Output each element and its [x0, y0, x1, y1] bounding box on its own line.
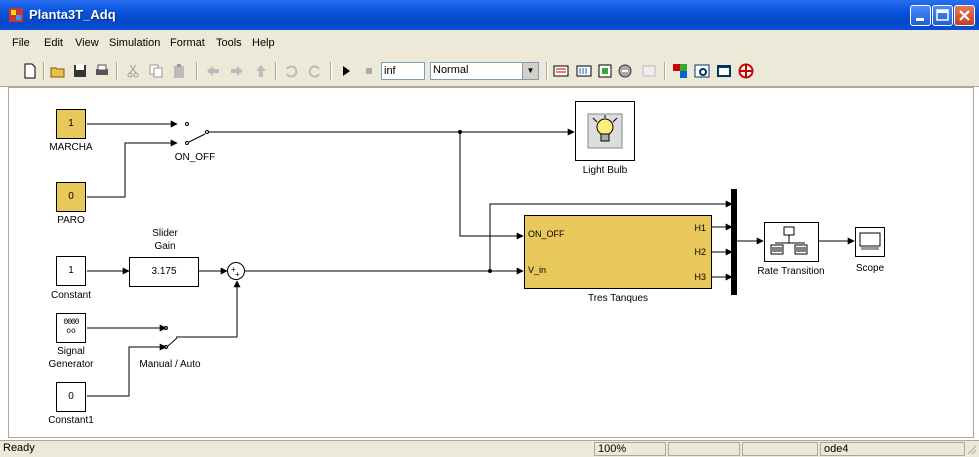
sum-block[interactable]: + + [226, 261, 246, 281]
help-icon[interactable] [738, 63, 754, 79]
mux-block[interactable] [731, 189, 737, 295]
slider-title-2: Gain [154, 241, 176, 252]
chevron-down-icon[interactable]: ▼ [522, 63, 538, 79]
debug-icon[interactable] [617, 63, 633, 79]
minimize-icon [916, 18, 924, 21]
manual-auto-switch-label: Manual / Auto [139, 359, 201, 370]
maximize-button[interactable] [932, 5, 953, 26]
port-on-off: ON_OFF [528, 229, 565, 239]
constant1-block[interactable]: 0 [56, 382, 86, 412]
constant1-value: 0 [68, 391, 74, 402]
marcha-value: 1 [68, 118, 74, 129]
model-explorer-icon[interactable] [597, 63, 613, 79]
undo-icon[interactable] [283, 63, 299, 79]
svg-text:+: + [235, 270, 240, 279]
minimize-button[interactable] [910, 5, 931, 26]
maximize-icon [936, 9, 949, 21]
signal-generator-label-1: Signal [57, 346, 85, 357]
menu-edit[interactable]: Edit [44, 37, 63, 49]
light-bulb-block[interactable] [575, 101, 635, 161]
redo-icon[interactable] [307, 63, 323, 79]
menu-bar: File Edit View Simulation Format Tools H… [0, 30, 979, 56]
status-empty-2 [742, 442, 818, 456]
title-bar[interactable]: Planta3T_Adq [0, 0, 979, 30]
paro-label: PARO [57, 215, 85, 226]
status-zoom: 100% [594, 442, 666, 456]
cut-icon[interactable] [125, 63, 141, 79]
save-icon[interactable] [72, 63, 88, 79]
on-off-switch-label: ON_OFF [174, 152, 216, 163]
signal-generator-label-2: Generator [48, 359, 94, 370]
status-solver: ode4 [820, 442, 965, 456]
slider-title-1: Slider [152, 228, 178, 239]
toolbar: Normal ▼ [0, 56, 979, 87]
scope-icon [859, 232, 881, 250]
dashboard-icon[interactable] [716, 63, 732, 79]
marcha-label: MARCHA [49, 142, 93, 153]
status-bar: Ready 100% ode4 [0, 440, 979, 457]
light-bulb-label: Light Bulb [582, 165, 628, 176]
scope-label: Scope [855, 263, 885, 274]
signal-generator-icon-bottom: oo [66, 327, 76, 336]
port-h1: H1 [694, 223, 706, 233]
paro-block[interactable]: 0 [56, 182, 86, 212]
port-h3: H3 [694, 272, 706, 282]
constant-value: 1 [68, 265, 74, 276]
port-v-in: V_in [528, 265, 547, 275]
viewer-icon[interactable] [694, 63, 710, 79]
slider-gain-value: 3.175 [151, 266, 177, 277]
build-icon[interactable] [553, 63, 569, 79]
tres-tanques-block[interactable]: ON_OFF V_in H1 H2 H3 [524, 215, 712, 289]
resize-grip-icon[interactable] [965, 443, 977, 455]
print-icon[interactable] [94, 63, 110, 79]
rate-transition-block[interactable] [764, 222, 819, 262]
window-title: Planta3T_Adq [29, 7, 116, 22]
menu-format[interactable]: Format [170, 37, 205, 49]
play-icon[interactable] [338, 63, 354, 79]
rate-transition-icon [770, 226, 808, 255]
sim-mode-select[interactable]: Normal ▼ [430, 62, 539, 80]
signal-generator-block[interactable]: 0000 oo [56, 313, 86, 343]
port-h2: H2 [694, 247, 706, 257]
simulink-app-icon [9, 8, 23, 22]
menu-simulation[interactable]: Simulation [109, 37, 160, 49]
paro-value: 0 [68, 191, 74, 202]
forward-icon[interactable] [229, 63, 245, 79]
menu-tools[interactable]: Tools [216, 37, 242, 49]
rate-transition-label: Rate Transition [757, 266, 825, 277]
marcha-block[interactable]: 1 [56, 109, 86, 139]
signal-generator-icon-top: 0000 [63, 318, 79, 327]
sim-mode-value: Normal [433, 64, 469, 76]
manual-auto-switch-block[interactable] [149, 322, 179, 354]
on-off-switch-block[interactable] [177, 118, 215, 150]
paste-icon[interactable] [171, 63, 187, 79]
stop-time-input[interactable] [381, 62, 425, 80]
new-icon[interactable] [22, 63, 38, 79]
menu-help[interactable]: Help [252, 37, 275, 49]
up-icon[interactable] [253, 63, 269, 79]
constant-label: Constant [50, 290, 92, 301]
open-icon[interactable] [50, 63, 66, 79]
constant-block[interactable]: 1 [56, 256, 86, 286]
slider-gain-block[interactable]: 3.175 [129, 257, 199, 287]
browser-icon[interactable] [672, 63, 688, 79]
close-icon [959, 10, 970, 21]
close-button[interactable] [954, 5, 975, 26]
stop-icon[interactable] [361, 63, 377, 79]
model-canvas[interactable]: 1 MARCHA 0 PARO ON_OFF 1 Constant Slider… [8, 87, 974, 438]
back-icon[interactable] [205, 63, 221, 79]
scope-block[interactable] [855, 227, 885, 257]
tres-tanques-label: Tres Tanques [587, 293, 649, 304]
constant1-label: Constant1 [48, 415, 94, 426]
light-bulb-icon [587, 113, 623, 149]
copy-icon[interactable] [148, 63, 164, 79]
status-empty-1 [668, 442, 740, 456]
update-icon[interactable] [641, 63, 657, 79]
menu-view[interactable]: View [75, 37, 99, 49]
menu-file[interactable]: File [12, 37, 30, 49]
library-icon[interactable] [576, 63, 592, 79]
status-state: Ready [3, 442, 35, 454]
